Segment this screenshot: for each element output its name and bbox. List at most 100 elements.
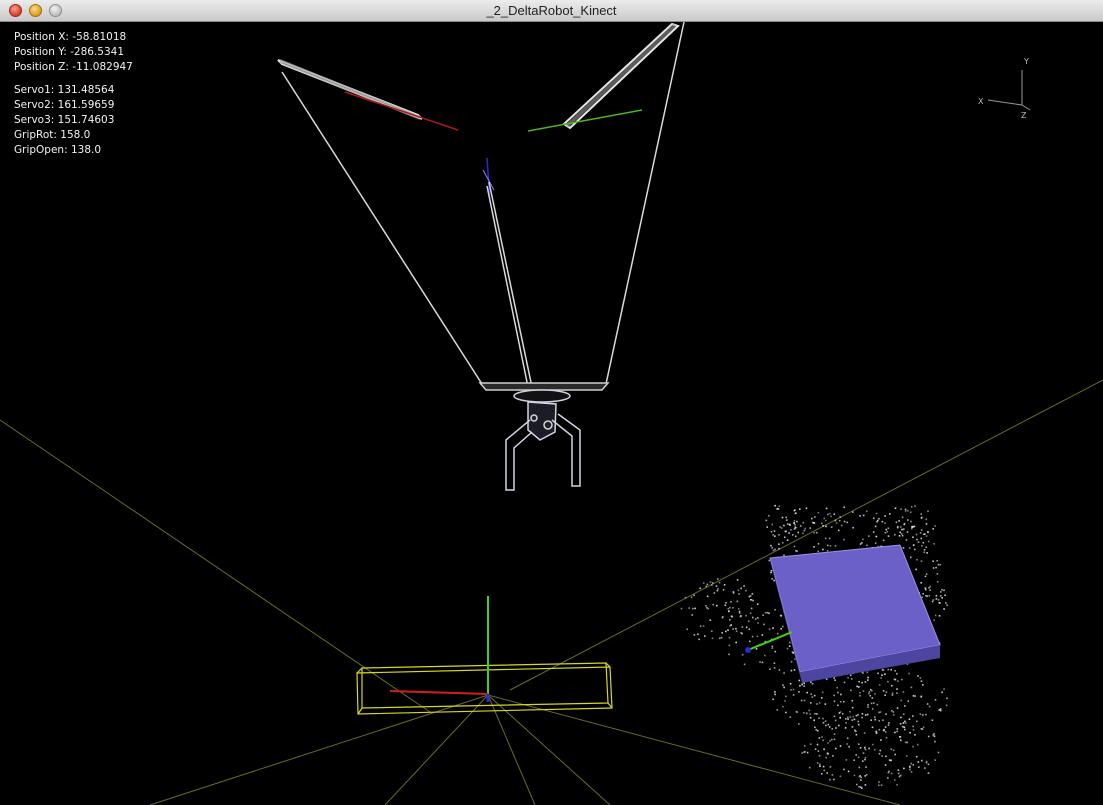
point-cloud-point	[835, 747, 837, 750]
point-cloud-point	[782, 705, 784, 708]
point-cloud-point	[850, 678, 853, 680]
point-cloud-point	[921, 728, 924, 730]
effector-platform	[478, 382, 610, 391]
point-cloud-point	[806, 691, 808, 694]
rod-center-b	[486, 185, 530, 393]
point-cloud-point	[817, 750, 820, 752]
point-cloud-point	[861, 713, 864, 715]
app-window: _2_DeltaRobot_Kinect Y X Z Position X: -…	[0, 0, 1103, 805]
point-cloud-point	[793, 669, 796, 671]
point-cloud-point	[917, 761, 920, 763]
point-cloud-point	[851, 726, 854, 728]
point-cloud-point	[916, 743, 919, 746]
point-cloud-point	[929, 589, 931, 591]
point-cloud-point	[868, 535, 870, 537]
point-cloud-point	[857, 756, 860, 759]
point-cloud-point	[699, 625, 702, 627]
point-cloud-point	[937, 599, 940, 601]
point-cloud-point	[820, 773, 823, 775]
point-cloud-point	[896, 672, 898, 675]
point-cloud-point	[839, 745, 842, 747]
point-cloud-point	[738, 612, 741, 614]
point-cloud-point	[936, 581, 939, 583]
point-cloud-point	[847, 718, 849, 720]
point-cloud-point	[899, 723, 902, 725]
point-cloud-point	[904, 728, 906, 731]
point-cloud-point	[783, 524, 785, 527]
point-cloud-point	[849, 710, 851, 713]
point-cloud-point	[912, 745, 914, 748]
point-cloud-point	[796, 711, 798, 713]
point-cloud-point	[832, 755, 834, 757]
rod-left	[281, 71, 483, 385]
point-cloud-point	[851, 700, 854, 702]
position-x-readout: Position X: -58.81018	[14, 31, 127, 43]
point-cloud-point	[745, 589, 747, 592]
point-cloud-point	[769, 668, 771, 670]
point-cloud-point	[805, 507, 808, 510]
point-cloud-point	[871, 690, 873, 692]
point-cloud-point	[834, 719, 837, 722]
point-cloud-point	[881, 520, 884, 523]
point-cloud-point	[770, 569, 773, 572]
point-cloud-point	[932, 734, 935, 736]
3d-viewport[interactable]: Y X Z	[0, 22, 1103, 805]
point-cloud-point	[838, 712, 841, 714]
point-cloud-point	[800, 699, 803, 702]
point-cloud-point	[768, 628, 771, 631]
point-cloud-point	[856, 783, 858, 786]
point-cloud-point	[878, 781, 880, 783]
point-cloud-point	[938, 615, 941, 617]
point-cloud-point	[861, 681, 863, 684]
point-cloud-point	[916, 558, 918, 561]
point-cloud-point	[773, 530, 776, 532]
point-cloud-point	[914, 548, 916, 551]
point-cloud-point	[702, 625, 705, 627]
point-cloud-point	[850, 689, 852, 692]
point-cloud-point	[698, 638, 700, 641]
point-cloud-point	[894, 670, 896, 672]
point-cloud-point	[878, 711, 880, 714]
point-cloud-point	[851, 706, 854, 709]
point-cloud-point	[872, 531, 875, 533]
point-cloud-point	[821, 522, 823, 525]
point-cloud-point	[846, 716, 849, 719]
ground-axis-gizmo	[389, 596, 490, 702]
point-cloud-point	[880, 784, 883, 786]
point-cloud-point	[856, 685, 858, 688]
point-cloud-point	[815, 531, 818, 534]
point-cloud-point	[814, 516, 816, 518]
point-cloud-point	[782, 541, 784, 544]
point-cloud-point	[860, 776, 862, 779]
point-cloud-point	[723, 584, 726, 586]
point-cloud-point	[837, 691, 839, 694]
point-cloud-point	[793, 522, 795, 525]
point-cloud-point	[772, 534, 774, 536]
point-cloud-point	[729, 606, 731, 609]
point-cloud-point	[923, 551, 926, 554]
point-cloud-point	[937, 563, 940, 566]
point-cloud-point	[779, 526, 781, 528]
point-cloud-point	[749, 612, 752, 614]
point-cloud-point	[863, 732, 866, 734]
point-cloud-point	[735, 627, 737, 630]
point-cloud-point	[926, 703, 929, 705]
point-cloud-point	[866, 671, 869, 674]
point-cloud-point	[919, 677, 922, 679]
point-cloud-point	[866, 713, 869, 716]
point-cloud-point	[755, 648, 758, 650]
telemetry-hud: Position X: -58.81018 Position Y: -286.5…	[14, 30, 133, 158]
point-cloud-point	[940, 709, 942, 712]
point-cloud-point	[822, 721, 825, 724]
point-cloud-point	[899, 531, 901, 534]
point-cloud-point	[771, 578, 773, 580]
point-cloud-point	[900, 699, 902, 702]
point-cloud-point	[878, 752, 881, 755]
point-cloud-point	[818, 717, 820, 719]
title-bar[interactable]: _2_DeltaRobot_Kinect	[0, 0, 1103, 22]
point-cloud-point	[809, 527, 811, 529]
point-cloud-point	[705, 585, 708, 588]
point-cloud-point	[920, 696, 922, 698]
point-cloud-point	[737, 589, 740, 591]
point-cloud-point	[899, 736, 901, 738]
